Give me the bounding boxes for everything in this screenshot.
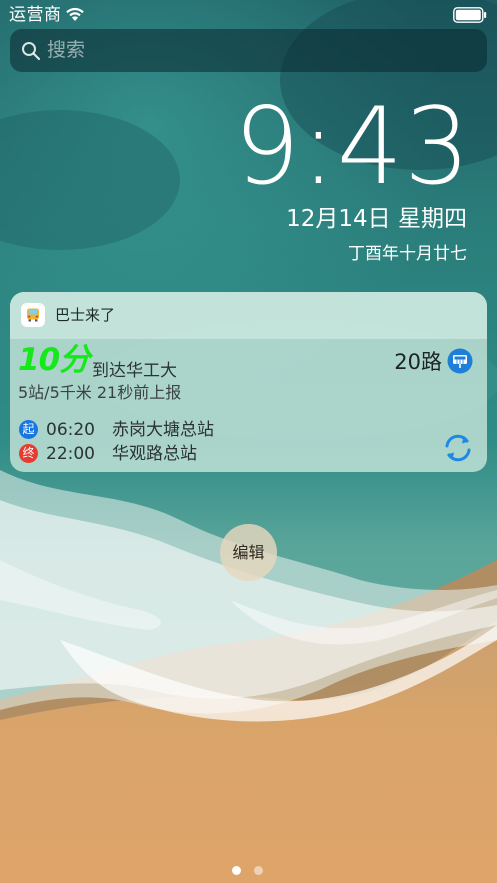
- page-dot: [254, 866, 263, 875]
- lock-date: 12月14日 星期四: [286, 206, 467, 232]
- origin-badge: 起: [19, 420, 38, 439]
- status-bar: 运营商: [0, 0, 497, 30]
- bus-stop-icon: [447, 348, 473, 374]
- wifi-icon: [66, 7, 84, 21]
- origin-stop-name: 赤岗大塘总站: [112, 420, 214, 440]
- route-number: 20路: [394, 350, 442, 374]
- search-placeholder: 搜索: [47, 39, 86, 61]
- battery-icon: [453, 7, 487, 23]
- page-dot-current: [232, 866, 241, 875]
- carrier-label: 运营商: [9, 5, 62, 25]
- search-bar[interactable]: 搜索: [10, 29, 487, 72]
- page-indicator[interactable]: [232, 866, 266, 876]
- edit-button[interactable]: 编辑: [220, 524, 277, 581]
- last-bus-time: 22:00: [46, 444, 95, 464]
- distance-meta: 5站/5千米 21秒前上报: [18, 383, 182, 402]
- search-icon: [22, 42, 41, 61]
- lock-time: 9:43: [233, 85, 471, 208]
- first-bus-time: 06:20: [46, 420, 95, 440]
- lunar-date: 丁酉年十月廿七: [348, 244, 467, 264]
- terminal-badge: 终: [19, 444, 38, 463]
- terminal-stop-name: 华观路总站: [112, 444, 197, 464]
- destination-label: 到达华工大: [92, 361, 177, 381]
- bus-app-icon: [21, 303, 45, 327]
- widget-header[interactable]: 巴士来了: [10, 292, 487, 339]
- widget-title: 巴士来了: [55, 306, 116, 324]
- eta-minutes: 10分: [18, 342, 90, 378]
- refresh-icon[interactable]: [441, 431, 475, 465]
- bus-widget[interactable]: 巴士来了 10分 到达华工大 5站/5千米 21秒前上报 20路 起 06:20…: [10, 292, 487, 472]
